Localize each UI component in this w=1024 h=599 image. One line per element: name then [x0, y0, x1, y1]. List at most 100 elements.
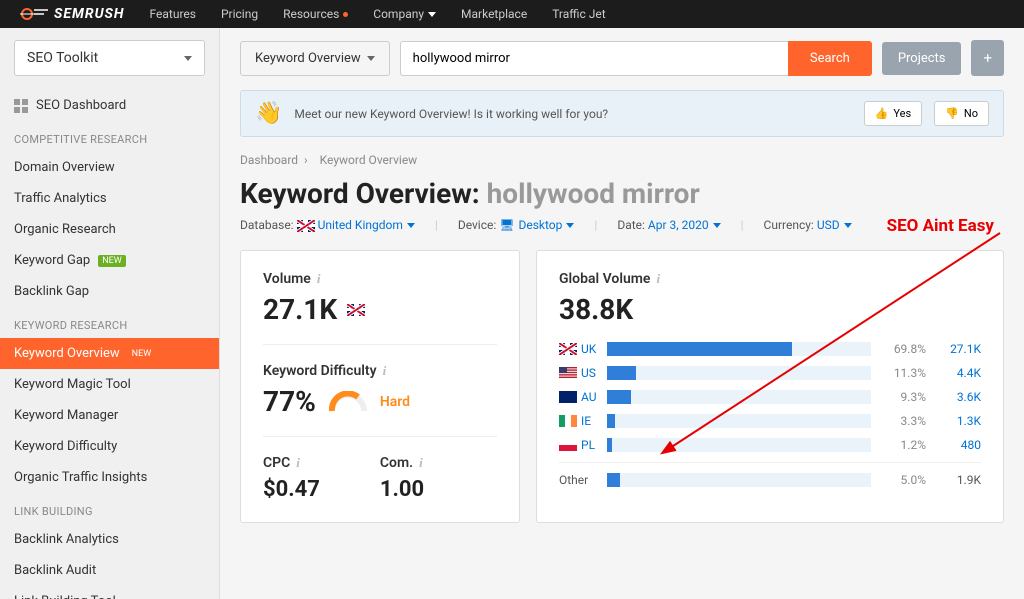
info-icon[interactable]: i: [419, 455, 423, 471]
feedback-yes-button[interactable]: 👍Yes: [864, 101, 922, 126]
sidebar-link-building-tool[interactable]: Link Building Tool: [0, 586, 219, 599]
uk-flag-icon: [347, 304, 365, 316]
chevron-down-icon: [844, 223, 852, 228]
gv-pct: 69.8%: [881, 342, 926, 356]
chevron-down-icon: [428, 12, 436, 17]
sidebar-backlink-gap[interactable]: Backlink Gap: [0, 276, 219, 307]
gv-row-other: Other 5.0% 1.9K: [559, 473, 981, 487]
brand-logo[interactable]: SEMRUSH: [20, 6, 125, 22]
gv-bar: [607, 414, 871, 428]
sidebar-keyword-gap[interactable]: Keyword Gap NEW: [0, 245, 219, 276]
gv-row: PL 1.2% 480: [559, 438, 981, 452]
gv-country[interactable]: US: [559, 366, 597, 380]
gv-value[interactable]: 27.1K: [936, 342, 981, 356]
chevron-down-icon: [367, 56, 375, 61]
info-icon[interactable]: i: [296, 455, 300, 471]
crumb-current: Keyword Overview: [320, 153, 418, 167]
gv-bar: [607, 366, 871, 380]
thumbs-down-icon: 👎: [945, 107, 959, 120]
crumb-dashboard[interactable]: Dashboard: [240, 153, 298, 167]
sidebar-backlink-analytics[interactable]: Backlink Analytics: [0, 524, 219, 555]
projects-button[interactable]: Projects: [882, 42, 962, 75]
gv-value[interactable]: 3.6K: [936, 390, 981, 404]
gv-row: AU 9.3% 3.6K: [559, 390, 981, 404]
new-badge: NEW: [128, 348, 156, 360]
nav-trafficjet[interactable]: Traffic Jet: [552, 7, 606, 21]
database-selector[interactable]: United Kingdom: [318, 218, 415, 232]
wave-icon: 👋: [255, 101, 282, 126]
sidebar-keyword-difficulty[interactable]: Keyword Difficulty: [0, 431, 219, 462]
gauge-icon: [328, 391, 368, 413]
sidebar-keyword-manager[interactable]: Keyword Manager: [0, 400, 219, 431]
info-icon[interactable]: i: [383, 363, 387, 379]
notification-dot-icon: [343, 12, 348, 17]
sidebar-heading: COMPETITIVE RESEARCH: [0, 121, 219, 152]
gv-country[interactable]: AU: [559, 390, 597, 404]
breadcrumb: Dashboard›Keyword Overview: [240, 153, 1004, 167]
nav-features[interactable]: Features: [150, 7, 196, 21]
info-icon[interactable]: i: [317, 271, 321, 287]
main-content: Keyword Overview Search Projects + 👋 Mee…: [220, 28, 1024, 599]
gv-value[interactable]: 1.3K: [936, 414, 981, 428]
chevron-down-icon: [713, 223, 721, 228]
toolbar: Keyword Overview Search Projects +: [240, 40, 1004, 76]
feedback-no-button[interactable]: 👎No: [934, 101, 989, 126]
keyword-overview-dropdown[interactable]: Keyword Overview: [240, 41, 390, 76]
gv-bar: [607, 342, 871, 356]
ie-flag-icon: [559, 415, 577, 427]
gv-pct: 1.2%: [881, 438, 926, 452]
page-title: Keyword Overview: hollywood mirror: [240, 177, 1004, 210]
search-button[interactable]: Search: [788, 41, 872, 76]
gv-country[interactable]: PL: [559, 438, 597, 452]
sidebar-backlink-audit[interactable]: Backlink Audit: [0, 555, 219, 586]
gv-bar: [607, 390, 871, 404]
gv-bar: [607, 438, 871, 452]
currency-selector[interactable]: USD: [817, 218, 852, 232]
gv-pct: 3.3%: [881, 414, 926, 428]
global-volume-card: Global Volume i 38.8K UK69.8%27.1KUS11.3…: [536, 250, 1004, 523]
top-navbar: SEMRUSH Features Pricing Resources Compa…: [0, 0, 1024, 28]
uk-flag-icon: [559, 343, 577, 355]
sidebar-heading: LINK BUILDING: [0, 493, 219, 524]
nav-marketplace[interactable]: Marketplace: [461, 7, 527, 21]
gv-country[interactable]: UK: [559, 342, 597, 356]
gv-pct: 9.3%: [881, 390, 926, 404]
grid-icon: [14, 99, 28, 113]
difficulty-label: Hard: [380, 394, 410, 410]
gv-value[interactable]: 4.4K: [936, 366, 981, 380]
volume-card: Volume i 27.1K Keyword Difficulty i 77% …: [240, 250, 520, 523]
banner-text: Meet our new Keyword Overview! Is it wor…: [294, 107, 851, 121]
gv-row: UK 69.8% 27.1K: [559, 342, 981, 356]
filters-row: Database: United Kingdom | Device: 🖥 Des…: [240, 218, 1004, 232]
sidebar-keyword-magic[interactable]: Keyword Magic Tool: [0, 369, 219, 400]
gv-pct: 11.3%: [881, 366, 926, 380]
sidebar-organic-research[interactable]: Organic Research: [0, 214, 219, 245]
device-selector[interactable]: 🖥 Desktop: [499, 218, 574, 232]
date-selector[interactable]: Apr 3, 2020: [648, 218, 721, 232]
chevron-down-icon: [566, 223, 574, 228]
nav-resources[interactable]: Resources: [283, 7, 348, 21]
uk-flag-icon: [297, 220, 315, 232]
sidebar-organic-traffic-insights[interactable]: Organic Traffic Insights: [0, 462, 219, 493]
feedback-banner: 👋 Meet our new Keyword Overview! Is it w…: [240, 90, 1004, 137]
au-flag-icon: [559, 391, 577, 403]
gv-value[interactable]: 480: [936, 438, 981, 452]
thumbs-up-icon: 👍: [875, 107, 889, 120]
chevron-down-icon: [407, 223, 415, 228]
sidebar: SEO Toolkit SEO Dashboard COMPETITIVE RE…: [0, 28, 220, 599]
sidebar-seo-dashboard[interactable]: SEO Dashboard: [0, 90, 219, 121]
nav-pricing[interactable]: Pricing: [221, 7, 258, 21]
add-project-button[interactable]: +: [971, 40, 1004, 76]
sidebar-traffic-analytics[interactable]: Traffic Analytics: [0, 183, 219, 214]
info-icon[interactable]: i: [656, 271, 660, 287]
pl-flag-icon: [559, 439, 577, 451]
toolkit-selector[interactable]: SEO Toolkit: [14, 40, 205, 76]
sidebar-keyword-overview[interactable]: Keyword Overview NEW: [0, 338, 219, 369]
keyword-search-input[interactable]: [400, 41, 788, 76]
nav-company[interactable]: Company: [373, 7, 436, 21]
new-badge: NEW: [98, 255, 126, 267]
sidebar-domain-overview[interactable]: Domain Overview: [0, 152, 219, 183]
gv-row: IE 3.3% 1.3K: [559, 414, 981, 428]
chevron-down-icon: [184, 56, 192, 61]
gv-country[interactable]: IE: [559, 414, 597, 428]
